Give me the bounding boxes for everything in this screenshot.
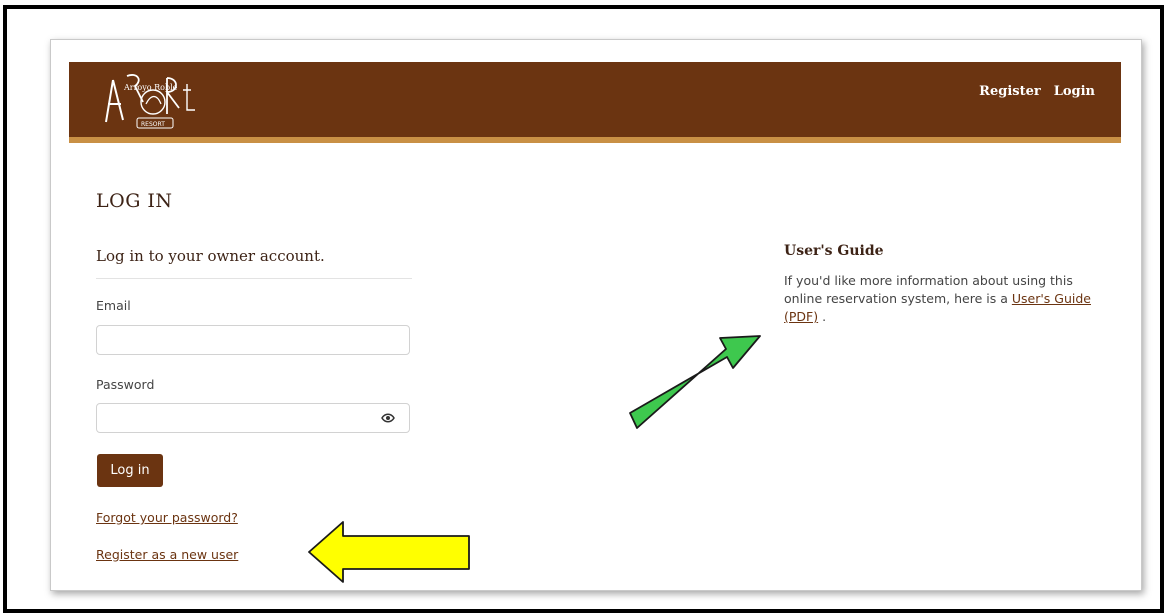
password-field[interactable] [96, 403, 410, 433]
users-guide-heading: User's Guide [784, 243, 884, 259]
top-navbar: Arroyo Roble RESORT Register Login [69, 62, 1121, 143]
logo-icon[interactable]: Arroyo Roble RESORT [91, 62, 211, 134]
nav-register-link[interactable]: Register [979, 84, 1041, 99]
logo-text: Arroyo Roble [123, 83, 178, 92]
divider [96, 278, 412, 279]
log-in-button[interactable]: Log in [97, 454, 163, 487]
logo-badge: RESORT [141, 121, 165, 128]
email-label: Email [96, 298, 131, 313]
users-guide-text: If you'd like more information about usi… [784, 272, 1104, 326]
nav-login-link[interactable]: Login [1054, 84, 1095, 99]
forgot-password-link[interactable]: Forgot your password? [96, 510, 238, 525]
password-label: Password [96, 377, 155, 392]
show-password-eye-icon[interactable] [381, 412, 395, 424]
green-arrow-annotation [629, 335, 761, 429]
page-title: LOG IN [96, 190, 173, 212]
login-subtitle: Log in to your owner account. [96, 247, 325, 265]
users-guide-suffix: . [818, 309, 827, 324]
yellow-arrow-annotation [308, 521, 470, 583]
browser-page: Arroyo Roble RESORT Register Login LOG I… [50, 39, 1142, 591]
screenshot-frame: Arroyo Roble RESORT Register Login LOG I… [3, 5, 1164, 613]
email-field[interactable] [96, 325, 410, 355]
register-new-user-link[interactable]: Register as a new user [96, 547, 238, 562]
